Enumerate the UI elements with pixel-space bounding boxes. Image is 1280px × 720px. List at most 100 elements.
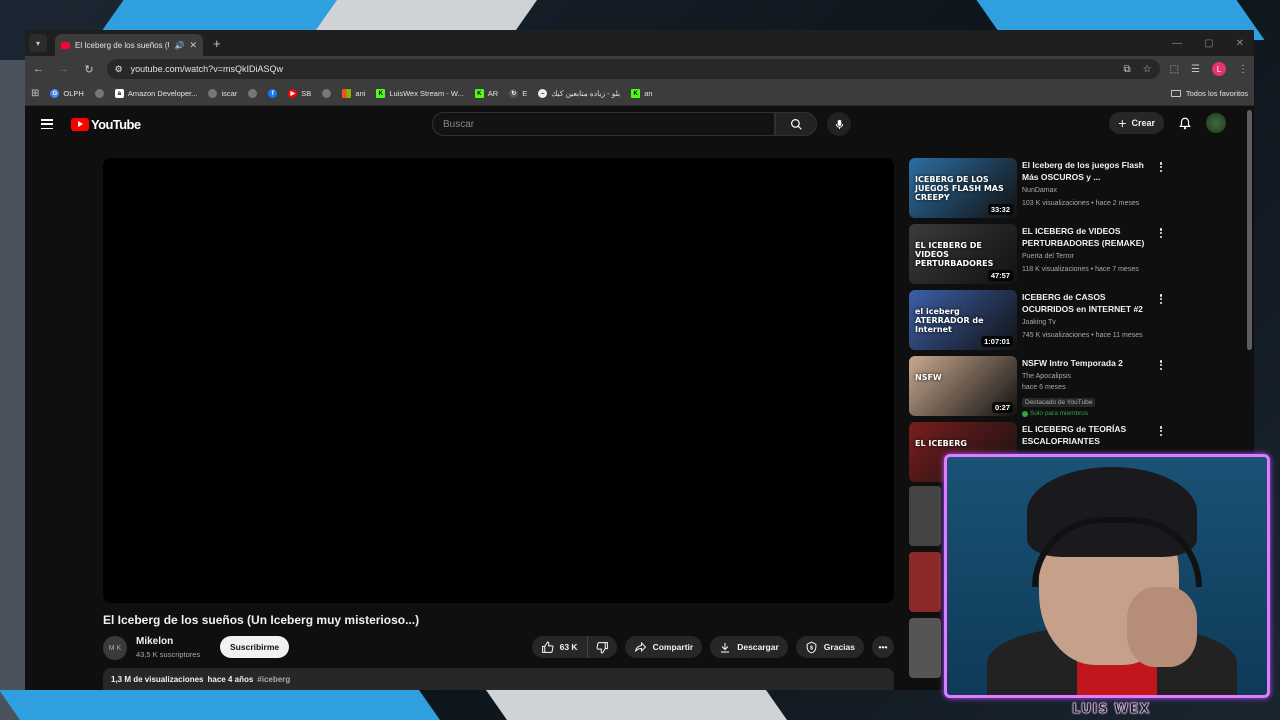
bookmark-item[interactable]: ↻ E (509, 89, 527, 98)
related-video-title[interactable]: NSFW Intro Temporada 2 (1022, 357, 1147, 369)
cast-icon[interactable]: ⧉ (1123, 64, 1130, 75)
maximize-icon[interactable]: ▢ (1204, 38, 1213, 49)
bookmark-item[interactable]: ani (342, 89, 365, 98)
youtube-header: YouTube Buscar + Crear (25, 106, 1254, 142)
featured-badge: Destacado de YouTube (1022, 398, 1096, 407)
browser-tab[interactable]: El Iceberg de los sueños (Un 🔊 ✕ (55, 34, 203, 56)
folder-icon (1170, 90, 1181, 97)
globe-icon (94, 89, 104, 98)
back-icon[interactable]: ← (31, 63, 46, 75)
related-video-title[interactable]: ICEBERG de CASOS OCURRIDOS en INTERNET #… (1022, 291, 1147, 315)
notifications-bell-icon[interactable] (1178, 116, 1192, 131)
video-duration: 47:57 (987, 270, 1013, 281)
bookmark-item[interactable] (94, 89, 104, 98)
related-video-item[interactable]: NSFW 0:27 NSFW Intro Temporada 2 The Apocal… (909, 356, 1179, 422)
forward-icon[interactable]: → (56, 63, 71, 75)
related-video-title[interactable]: EL ICEBERG de VIDEOS PERTURBADORES (REMA… (1022, 225, 1147, 249)
download-button[interactable]: Descargar (710, 636, 788, 658)
bookmark-item[interactable]: G OLPH (50, 89, 84, 98)
youtube-icon: ▶ (288, 89, 298, 98)
dislike-button[interactable] (586, 636, 617, 658)
more-options-icon[interactable] (1157, 424, 1165, 438)
plus-icon: + (1118, 115, 1127, 131)
bookmark-item[interactable]: ▶ SB (288, 89, 311, 98)
streamer-name-tag: LUIS WEX (1072, 702, 1151, 718)
related-thumbnail[interactable] (909, 552, 941, 612)
minimize-icon[interactable]: — (1172, 38, 1182, 49)
close-window-icon[interactable]: ✕ (1236, 38, 1244, 49)
share-arrow-icon (634, 641, 646, 653)
related-video-item[interactable]: ICEBERG DE LOS JUEGOS FLASH MAS CREEPY 33… (909, 158, 1179, 224)
more-options-icon[interactable] (1157, 160, 1165, 174)
tab-search-button[interactable]: ▾ (29, 34, 47, 52)
related-video-title[interactable]: El Iceberg de los juegos Flash Más OSCUR… (1022, 159, 1147, 183)
profile-avatar[interactable]: L (1211, 62, 1226, 76)
more-actions-button[interactable]: ••• (872, 636, 894, 658)
related-video-age: hace 6 meses (1022, 384, 1066, 391)
video-title: El Iceberg de los sueños (Un Iceberg muy… (103, 613, 420, 627)
apps-grid-icon[interactable]: ⊞ (31, 88, 39, 99)
navigation-bar: ← → ↻ ⚙ youtube.com/watch?v=msQkIDiASQw … (25, 56, 1254, 82)
related-thumbnail[interactable] (909, 486, 941, 546)
related-video-meta: 103 K visualizaciones • hace 2 meses (1022, 200, 1140, 207)
related-channel-name[interactable]: NunDamax (1022, 187, 1057, 194)
create-button[interactable]: + Crear (1109, 112, 1164, 134)
thumbnail-text: EL ICEBERG DE VIDEOS PERTURBADORES (915, 241, 994, 268)
bookmark-star-icon[interactable]: ☆ (1143, 64, 1152, 75)
search-input[interactable]: Buscar (432, 112, 775, 136)
video-thumbnail[interactable]: EL ICEBERG DE VIDEOS PERTURBADORES 47:57 (909, 224, 1017, 284)
menu-icon[interactable] (41, 119, 53, 129)
extensions-icon[interactable]: ⬚ (1170, 64, 1179, 75)
like-dislike-group: 63 K (531, 636, 617, 658)
related-thumbnail[interactable] (909, 618, 941, 678)
bookmark-item[interactable]: f (268, 89, 278, 98)
bookmark-item[interactable]: K AR (474, 89, 498, 98)
thanks-button[interactable]: $ Gracias (795, 636, 864, 658)
scrollbar[interactable] (1247, 110, 1252, 350)
bookmark-item[interactable]: – بلو - زياده متابعين كيك (538, 89, 620, 98)
video-player[interactable] (103, 158, 894, 603)
related-video-item[interactable]: el iceberg ATERRADOR de Internet 1:07:01 I… (909, 290, 1179, 356)
youtube-logo[interactable]: YouTube (71, 117, 141, 132)
related-channel-name[interactable]: Joaking Tv (1022, 319, 1056, 326)
account-avatar[interactable] (1206, 113, 1226, 133)
amazon-icon: a (114, 89, 124, 98)
channel-name[interactable]: Mikelon (136, 636, 173, 647)
hashtag-link[interactable]: #iceberg (257, 675, 290, 690)
description-box[interactable]: 1,3 M de visualizaciones hace 4 años #ic… (103, 668, 894, 690)
address-bar[interactable]: ⚙ youtube.com/watch?v=msQkIDiASQw ⧉ ☆ (106, 59, 1160, 79)
video-thumbnail[interactable]: NSFW 0:27 (909, 356, 1017, 416)
kick-icon: K (474, 89, 484, 98)
bookmark-item[interactable]: iscar (208, 89, 237, 98)
related-video-title[interactable]: EL ICEBERG de TEORÍAS ESCALOFRIANTES (1022, 423, 1147, 447)
bookmark-item[interactable]: Kan (631, 89, 653, 98)
members-icon (1022, 410, 1028, 417)
more-options-icon[interactable] (1157, 292, 1165, 306)
like-button[interactable]: 63 K (532, 636, 587, 658)
bookmark-item[interactable] (248, 89, 258, 98)
related-channel-name[interactable]: Puerta del Terror (1022, 253, 1074, 260)
audio-playing-icon[interactable]: 🔊 (174, 41, 184, 50)
more-options-icon[interactable] (1157, 226, 1165, 240)
bookmark-item[interactable]: K LuisWex Stream - W... (376, 89, 464, 98)
close-tab-icon[interactable]: ✕ (189, 40, 197, 51)
new-tab-button[interactable]: + (213, 36, 221, 51)
video-thumbnail[interactable]: ICEBERG DE LOS JUEGOS FLASH MAS CREEPY 33… (909, 158, 1017, 218)
channel-avatar[interactable]: M K (103, 636, 127, 660)
bookmark-item[interactable]: a Amazon Developer... (114, 89, 197, 98)
thumbnail-text: ICEBERG DE LOS JUEGOS FLASH MAS CREEPY (915, 175, 1004, 202)
all-bookmarks-folder[interactable]: Todos los favoritos (1170, 89, 1248, 98)
related-channel-name[interactable]: The Apocalipsis (1022, 373, 1071, 380)
search-button[interactable] (775, 112, 817, 136)
video-thumbnail[interactable]: el iceberg ATERRADOR de Internet 1:07:01 (909, 290, 1017, 350)
share-button[interactable]: Compartir (624, 636, 703, 658)
related-video-item[interactable]: EL ICEBERG DE VIDEOS PERTURBADORES 47:57 E… (909, 224, 1179, 290)
subscribe-button[interactable]: Suscribirme (220, 636, 290, 658)
site-info-icon[interactable]: ⚙ (115, 64, 123, 75)
more-options-icon[interactable] (1157, 358, 1165, 372)
reload-icon[interactable]: ↻ (81, 63, 96, 76)
voice-search-button[interactable] (827, 112, 851, 136)
browser-menu-icon[interactable]: ⋮ (1238, 64, 1248, 75)
bookmark-item[interactable] (322, 89, 332, 98)
reading-list-icon[interactable]: ☰ (1191, 64, 1200, 75)
